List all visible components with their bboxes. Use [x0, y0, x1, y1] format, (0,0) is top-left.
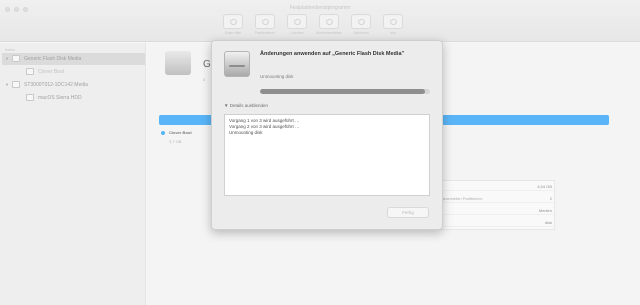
progress-bar — [260, 89, 430, 94]
hard-disk-icon — [224, 51, 250, 77]
sheet-title: Änderungen anwenden auf „Generic Flash D… — [260, 51, 405, 57]
progress-fill — [260, 89, 425, 94]
disclosure-triangle-icon: ▼ — [224, 103, 229, 108]
sheet-status: Unmounting disk — [260, 74, 294, 79]
log-line: Unmounting disk — [229, 130, 263, 135]
details-log[interactable]: Vorgang 1 von 3 wird ausgeführt … Vorgan… — [224, 114, 430, 196]
details-toggle[interactable]: ▼ Details ausblenden — [224, 103, 268, 108]
disk-utility-window: Festplattendienstprogramm Erste Hilfe Pa… — [0, 0, 640, 305]
apply-changes-sheet: Änderungen anwenden auf „Generic Flash D… — [211, 40, 443, 230]
done-button[interactable]: Fertig — [387, 207, 429, 218]
details-toggle-label: Details ausblenden — [229, 103, 269, 108]
